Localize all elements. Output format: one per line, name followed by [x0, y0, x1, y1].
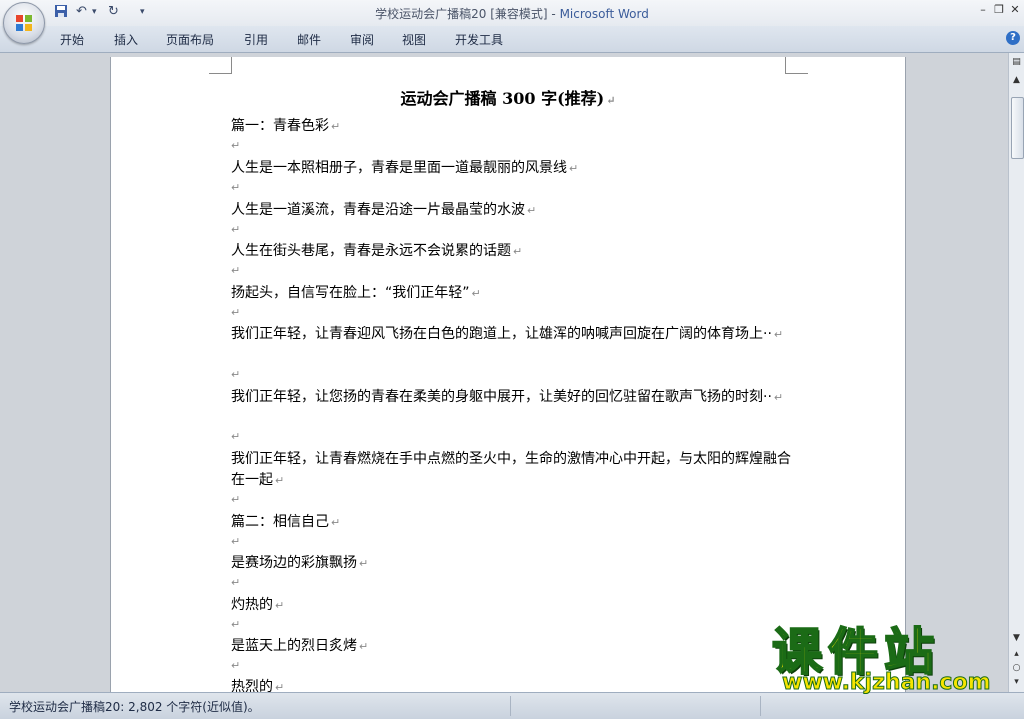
- tab-mailings[interactable]: 邮件: [297, 31, 321, 48]
- empty-paragraph-mark: ↵: [231, 306, 241, 319]
- crop-mark-top-left: [209, 57, 232, 74]
- status-divider: [510, 696, 511, 716]
- paragraph-text: 篇二：相信自己: [231, 514, 329, 530]
- close-icon[interactable]: ✕: [1008, 3, 1022, 16]
- tab-view[interactable]: 视图: [402, 31, 426, 48]
- empty-paragraph-mark: ↵: [231, 618, 241, 631]
- office-button[interactable]: [3, 2, 45, 44]
- paragraph-text: 是蓝天上的烈日炙烤: [231, 638, 357, 654]
- paragraph: 我们正年轻，让您扬的青春在柔美的身躯中展开，让美好的回忆驻留在歌声飞扬的时刻··…: [231, 387, 791, 408]
- empty-paragraph-mark: ↵: [231, 576, 241, 589]
- paragraph-text: 人生是一道溪流，青春是沿途一片最晶莹的水波: [231, 202, 525, 218]
- paragraph: 篇二：相信自己 ↵: [231, 512, 791, 533]
- paragraph: 我们正年轻，让青春燃烧在手中点燃的圣火中，生命的激情冲心中开起，与太阳的辉煌融合…: [231, 449, 791, 491]
- empty-paragraph-mark: ↵: [231, 535, 241, 548]
- scroll-up-icon[interactable]: ▲: [1011, 75, 1022, 86]
- window-title-app: Microsoft Word: [559, 7, 649, 21]
- empty-paragraph-mark: ↵: [231, 368, 241, 381]
- window-title: 学校运动会广播稿20 [兼容模式] - Microsoft Word: [0, 5, 1024, 22]
- empty-paragraph-mark: ↵: [231, 659, 241, 672]
- tab-review[interactable]: 审阅: [350, 31, 374, 48]
- paragraph-text: 我们正年轻，让您扬的青春在柔美的身躯中展开，让美好的回忆驻留在歌声飞扬的时刻··: [231, 389, 772, 405]
- scrollbar-thumb[interactable]: [1011, 97, 1024, 159]
- status-bar: 学校运动会广播稿20: 2,802 个字符(近似值)。: [0, 692, 1024, 719]
- minimize-icon[interactable]: –: [976, 3, 990, 16]
- word-count-status[interactable]: 学校运动会广播稿20: 2,802 个字符(近似值)。: [9, 698, 260, 715]
- paragraph-mark: ↵: [773, 328, 784, 341]
- paragraph-text: 篇一：青春色彩: [231, 118, 329, 134]
- paragraph-text: 人生在街头巷尾，青春是永远不会说累的话题: [231, 243, 511, 259]
- paragraph-text: 我们正年轻，让青春迎风飞扬在白色的跑道上，让雄浑的呐喊声回旋在广阔的体育场上··: [231, 326, 772, 342]
- previous-page-icon[interactable]: ▴: [1011, 649, 1022, 660]
- empty-paragraph-mark: ↵: [231, 264, 241, 277]
- paragraph: 是赛场边的彩旗飘扬 ↵: [231, 553, 791, 574]
- paragraph-mark: ↵: [331, 120, 341, 133]
- document-workspace: 运动会广播稿 300 字(推荐) ↵ 篇一：青春色彩 ↵ ↵ 人生是一本照相册子，青…: [0, 53, 1008, 697]
- paragraph-mark: ↵: [569, 162, 579, 175]
- tab-insert[interactable]: 插入: [114, 31, 138, 48]
- paragraph-text: 灼热的: [231, 597, 273, 613]
- tab-home[interactable]: 开始: [60, 31, 84, 48]
- tab-references[interactable]: 引用: [244, 31, 268, 48]
- paragraph: 人生是一道溪流，青春是沿途一片最晶莹的水波 ↵: [231, 200, 791, 221]
- select-browse-object-icon[interactable]: ○: [1011, 663, 1022, 674]
- crop-mark-top-right: [785, 57, 808, 74]
- status-divider: [760, 696, 761, 716]
- paragraph-mark: ↵: [275, 474, 285, 487]
- paragraph-mark: ↵: [471, 287, 481, 300]
- ribbon-tabs: 开始 插入 页面布局 引用 邮件 审阅 视图 开发工具 ?: [0, 26, 1024, 53]
- paragraph: 人生在街头巷尾，青春是永远不会说累的话题 ↵: [231, 241, 791, 262]
- empty-paragraph-mark: ↵: [231, 223, 241, 236]
- paragraph-text: 扬起头，自信写在脸上：“我们正年轻”: [231, 285, 470, 301]
- paragraph-mark: ↵: [513, 245, 523, 258]
- paragraph-mark: ↵: [331, 516, 341, 529]
- paragraph: 篇一：青春色彩 ↵: [231, 116, 791, 137]
- paragraph: 灼热的 ↵: [231, 595, 791, 616]
- watermark-url: www.kjzhan.com: [782, 670, 992, 696]
- ruler-toggle-icon[interactable]: ▤: [1011, 57, 1022, 68]
- paragraph: 是蓝天上的烈日炙烤 ↵: [231, 636, 791, 657]
- paragraph-text: 是赛场边的彩旗飘扬: [231, 555, 357, 571]
- document-page[interactable]: 运动会广播稿 300 字(推荐) ↵ 篇一：青春色彩 ↵ ↵ 人生是一本照相册子，青…: [110, 57, 906, 697]
- paragraph-mark: ↵: [275, 599, 285, 612]
- paragraph-mark: ↵: [527, 204, 537, 217]
- paragraph: 人生是一本照相册子，青春是里面一道最靓丽的风景线 ↵: [231, 158, 791, 179]
- paragraph-mark: ↵: [359, 640, 369, 653]
- document-title-text: 运动会广播稿 300 字(推荐): [400, 89, 605, 108]
- title-bar: ↶ ▾ ↻ ▾ 学校运动会广播稿20 [兼容模式] - Microsoft Wo…: [0, 0, 1024, 44]
- paragraph-mark: ↵: [773, 391, 784, 404]
- help-icon[interactable]: ?: [1006, 31, 1020, 45]
- tab-page-layout[interactable]: 页面布局: [166, 31, 214, 48]
- empty-paragraph-mark: ↵: [231, 430, 241, 443]
- paragraph-text: 我们正年轻，让青春燃烧在手中点燃的圣火中，生命的激情冲心中开起，与太阳的辉煌融合…: [231, 451, 791, 488]
- empty-paragraph-mark: ↵: [231, 493, 241, 506]
- paragraph-mark: ↵: [359, 557, 369, 570]
- paragraph-text: 人生是一本照相册子，青春是里面一道最靓丽的风景线: [231, 160, 567, 176]
- tab-developer[interactable]: 开发工具: [455, 31, 503, 48]
- next-page-icon[interactable]: ▾: [1011, 677, 1022, 688]
- empty-paragraph-mark: ↵: [231, 139, 241, 152]
- paragraph: 我们正年轻，让青春迎风飞扬在白色的跑道上，让雄浑的呐喊声回旋在广阔的体育场上··…: [231, 324, 791, 345]
- empty-paragraph-mark: ↵: [231, 181, 241, 194]
- vertical-scrollbar[interactable]: ▤ ▲ ▼ ▴ ○ ▾: [1008, 53, 1024, 692]
- office-logo-icon: [16, 15, 32, 31]
- paragraph-mark: ↵: [606, 94, 616, 107]
- scroll-down-icon[interactable]: ▼: [1011, 633, 1022, 644]
- restore-icon[interactable]: ❐: [992, 3, 1006, 16]
- paragraph: 扬起头，自信写在脸上：“我们正年轻” ↵: [231, 283, 791, 304]
- document-title: 运动会广播稿 300 字(推荐) ↵: [111, 85, 905, 109]
- window-title-doc: 学校运动会广播稿20 [兼容模式] -: [375, 7, 560, 21]
